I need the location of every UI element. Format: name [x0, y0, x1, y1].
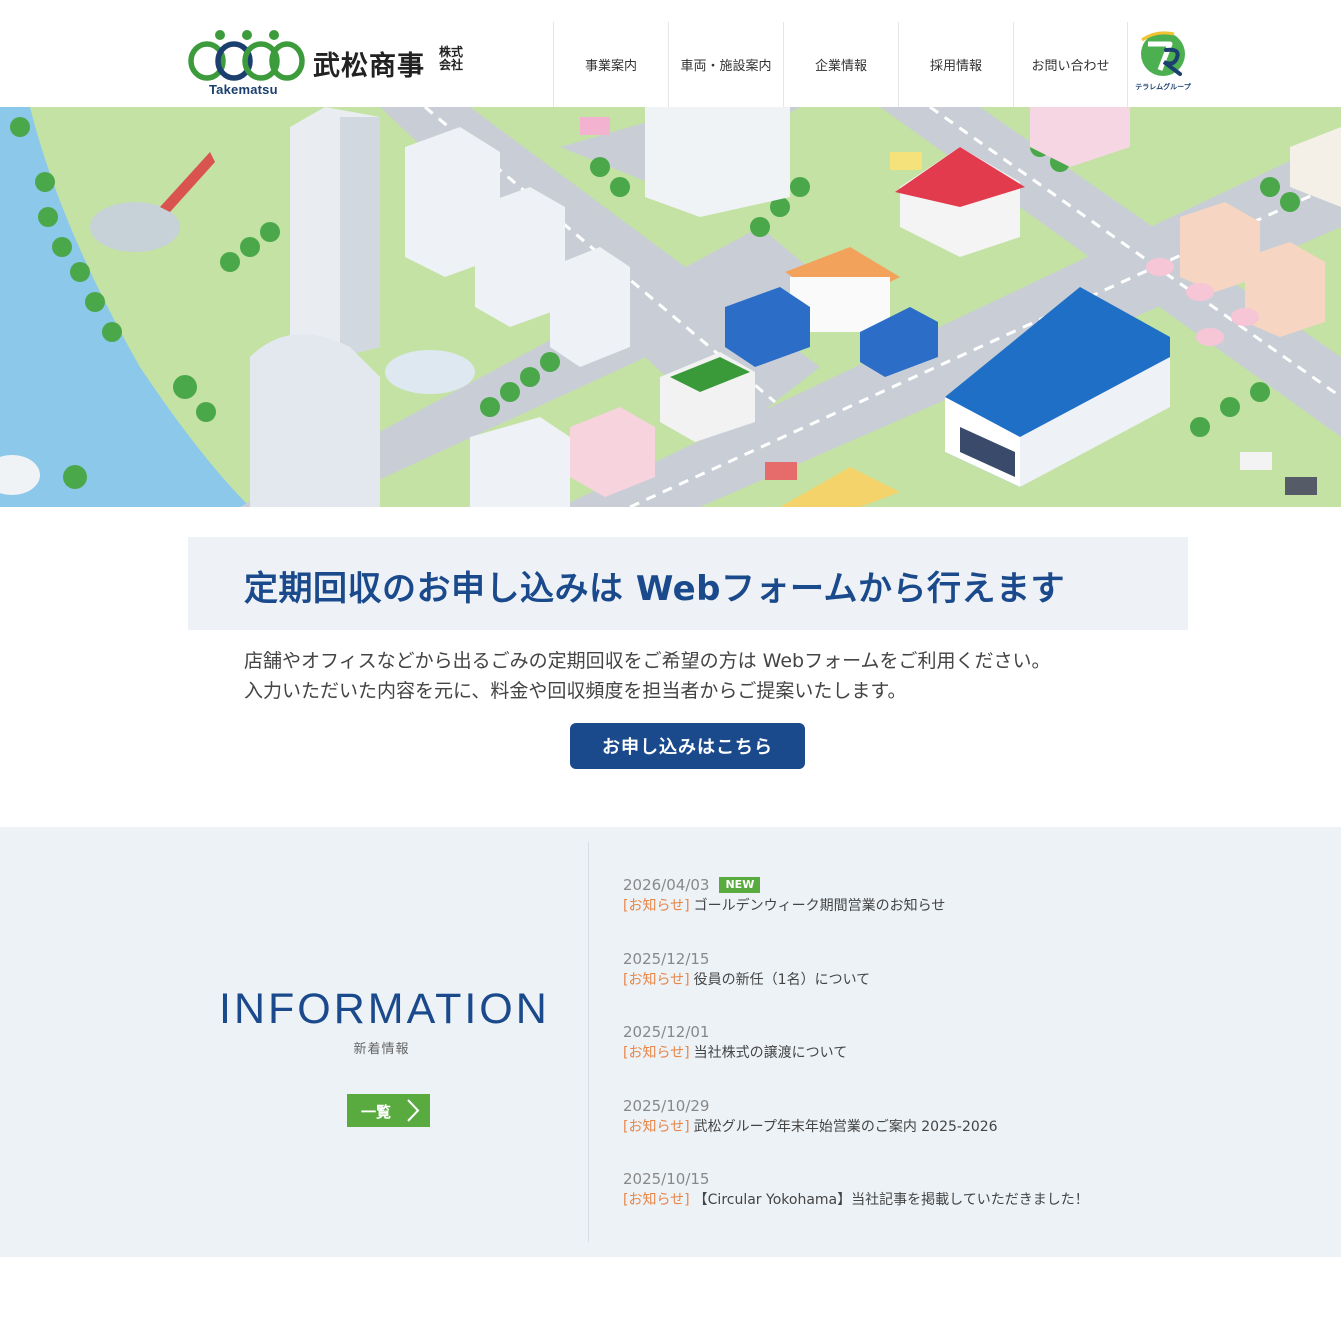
news-date: 2025/10/29: [623, 1096, 710, 1115]
logo-en-text: Takematsu: [209, 82, 278, 97]
nav-item-business[interactable]: 事業案内: [553, 22, 668, 107]
nav-item-vehicles[interactable]: 車両・施設案内: [668, 22, 783, 107]
news-category: [お知らせ]: [623, 1045, 690, 1062]
webform-description-line2: 入力いただいた内容を元に、料金や回収頻度を担当者からご提案いたします。: [244, 680, 907, 702]
news-title: 武松グループ年末年始営業のご案内 2025-2026: [693, 1118, 998, 1135]
news-category: [お知らせ]: [623, 1118, 690, 1135]
info-divider: [588, 842, 589, 1242]
chevron-right-icon: [407, 1099, 420, 1122]
news-title: ゴールデンウィーク期間営業のお知らせ: [693, 898, 946, 914]
news-item: 2025/12/15 [お知らせ] 役員の新任（1名）について: [623, 949, 1323, 1023]
news-item: 2025/12/01 [お知らせ] 当社株式の譲渡について: [623, 1022, 1323, 1096]
logo-rings-icon: [188, 30, 305, 81]
news-link[interactable]: [お知らせ] 当社株式の譲渡について: [623, 1042, 1323, 1064]
news-list-button-label: 一覧: [361, 1103, 392, 1121]
webform-title: 定期回収のお申し込みは Webフォームから行えます: [244, 569, 1066, 609]
group-logo-text: テラレムグループ: [1135, 83, 1191, 91]
nav-item-company[interactable]: 企業情報: [783, 22, 898, 107]
nav-item-contact[interactable]: お問い合わせ: [1013, 22, 1128, 107]
info-heading: INFORMATION: [219, 985, 550, 1033]
group-logo[interactable]: テラレムグループ: [1135, 30, 1191, 94]
news-title: 【Circular Yokohama】当社記事を掲載していただきました！: [693, 1192, 1089, 1209]
news-category: [お知らせ]: [623, 971, 690, 988]
logo-jp-text: 武松商事: [313, 51, 425, 82]
news-link[interactable]: [お知らせ] 【Circular Yokohama】当社記事を掲載していただきまし…: [623, 1189, 1323, 1211]
news-list: 2026/04/03 NEW [お知らせ] ゴールデンウィーク期間営業のお知らせ …: [623, 875, 1323, 1243]
news-list-button[interactable]: 一覧: [347, 1094, 430, 1127]
group-logo-icon: [1141, 31, 1185, 76]
news-link[interactable]: [お知らせ] 武松グループ年末年始営業のご案内 2025-2026: [623, 1116, 1323, 1138]
news-item: 2026/04/03 NEW [お知らせ] ゴールデンウィーク期間営業のお知らせ: [623, 875, 1323, 949]
news-title: 当社株式の譲渡について: [693, 1045, 848, 1062]
news-category: [お知らせ]: [623, 898, 690, 914]
info-subheading: 新着情報: [353, 1042, 410, 1057]
news-link[interactable]: [お知らせ] 役員の新任（1名）について: [623, 969, 1323, 991]
news-item: 2025/10/29 [お知らせ] 武松グループ年末年始営業のご案内 2025-2…: [623, 1096, 1323, 1170]
city-illustration-icon: [0, 107, 1341, 507]
apply-button[interactable]: お申し込みはこちら: [570, 723, 805, 769]
site-header: Takematsu 武松商事 株式会社 事業案内 車両・施設案内 企業情報 採用…: [0, 0, 1341, 107]
news-date: 2025/12/01: [623, 1023, 710, 1042]
webform-banner: 定期回収のお申し込みは Webフォームから行えます: [188, 537, 1188, 630]
webform-description: 店舗やオフィスなどから出るごみの定期回収をご希望の方は Webフォームをご利用く…: [244, 646, 1144, 706]
news-item: 2025/10/15 [お知らせ] 【Circular Yokohama】当社記事…: [623, 1169, 1323, 1243]
news-category: [お知らせ]: [623, 1192, 690, 1209]
news-date: 2026/04/03: [623, 876, 710, 894]
main-nav: 事業案内 車両・施設案内 企業情報 採用情報 お問い合わせ: [553, 22, 1128, 107]
news-date: 2025/10/15: [623, 1170, 710, 1189]
news-link[interactable]: [お知らせ] ゴールデンウィーク期間営業のお知らせ: [623, 895, 1323, 917]
logo-jp-small-text: 株式会社: [439, 45, 464, 72]
news-title: 役員の新任（1名）について: [693, 971, 871, 988]
webform-description-line1: 店舗やオフィスなどから出るごみの定期回収をご希望の方は Webフォームをご利用く…: [244, 650, 1051, 672]
news-date: 2025/12/15: [623, 949, 710, 968]
new-badge: NEW: [719, 877, 761, 893]
hero-city-illustration: [0, 107, 1341, 507]
information-section: INFORMATION 新着情報 一覧 2026/04/03 NEW [お知らせ…: [0, 827, 1341, 1257]
company-logo[interactable]: Takematsu 武松商事 株式会社: [187, 28, 477, 100]
nav-item-recruit[interactable]: 採用情報: [898, 22, 1013, 107]
